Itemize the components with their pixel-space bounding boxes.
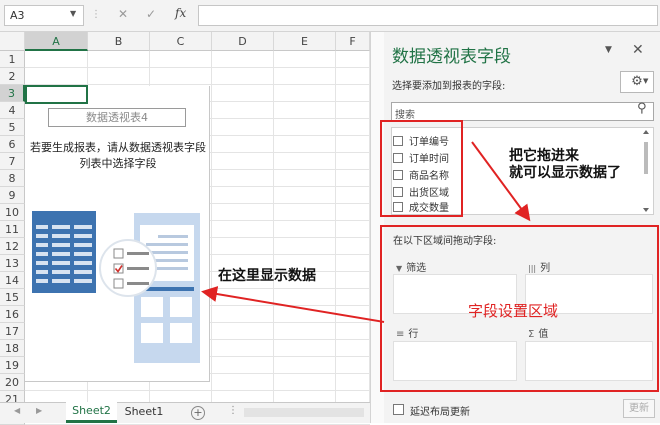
arrow-to-pivot: [201, 286, 385, 323]
annotation-arrows: [201, 141, 531, 323]
arrow-to-zones: [471, 141, 531, 222]
